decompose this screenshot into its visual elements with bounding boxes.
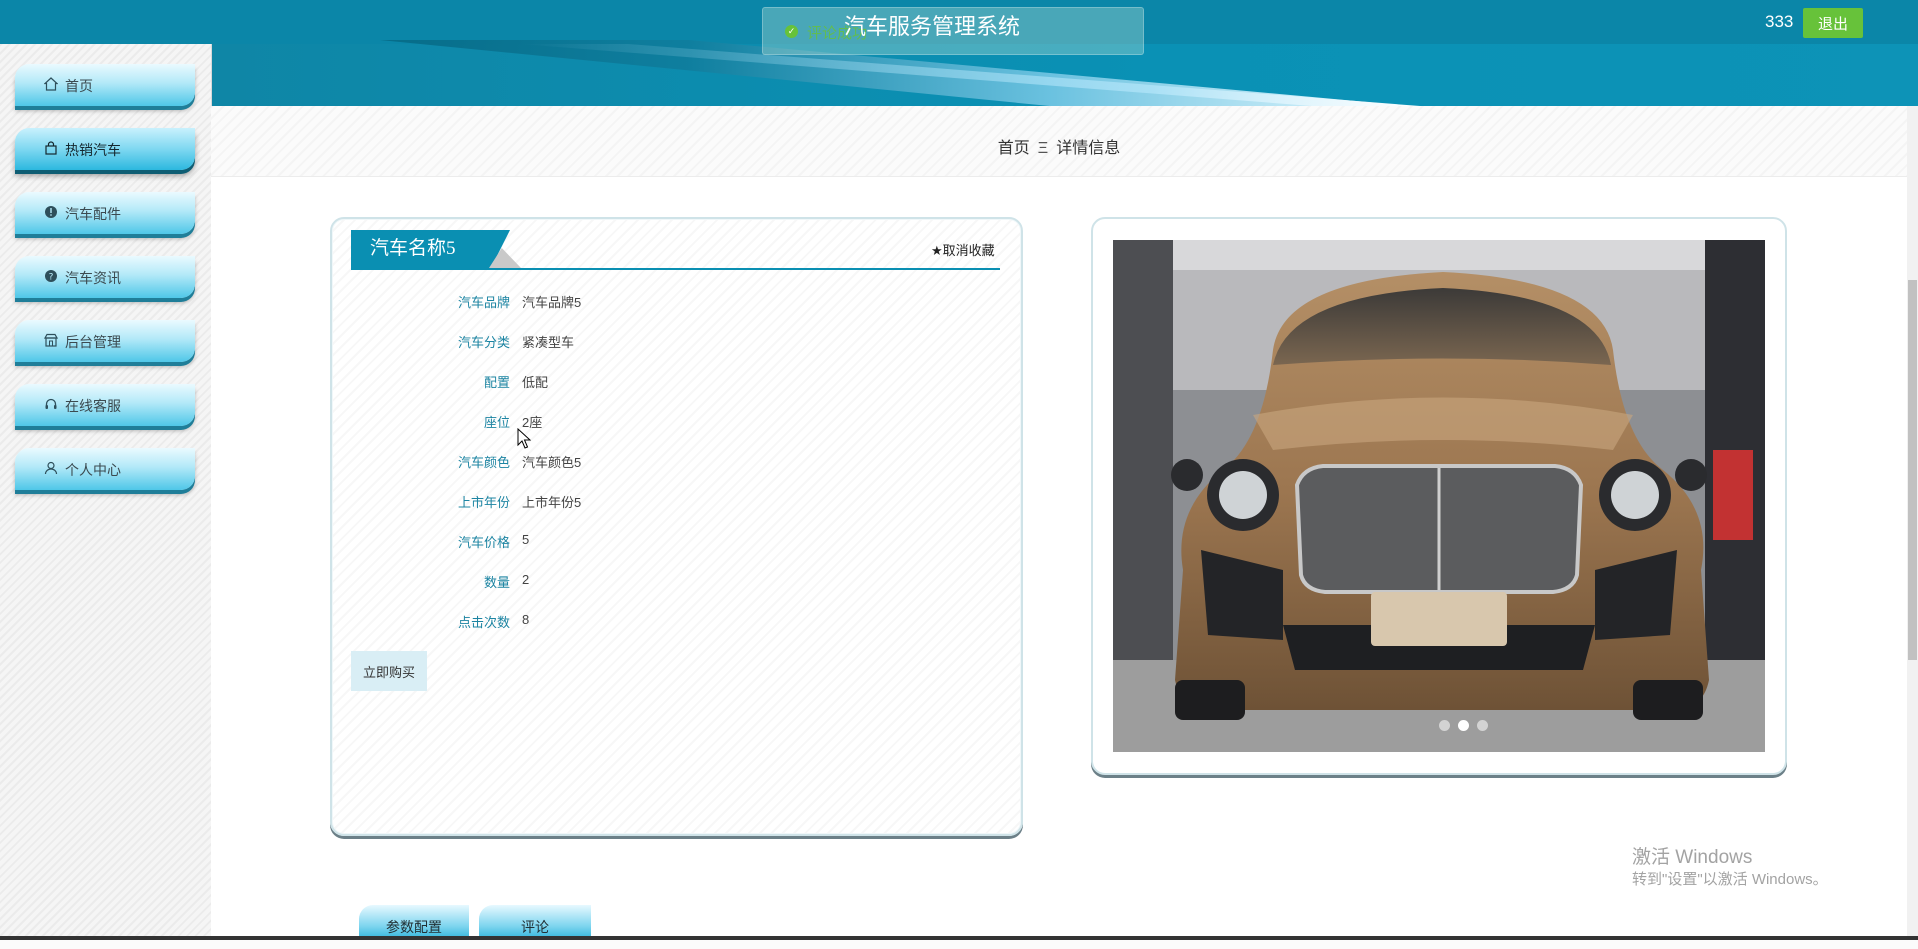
sidebar-item-profile[interactable]: 个人中心 xyxy=(15,448,195,490)
breadcrumb-bar: 首页 Ξ 详情信息 xyxy=(211,106,1907,177)
sidebar-item-label: 汽车资讯 xyxy=(65,270,121,286)
sidebar-item-label: 汽车配件 xyxy=(65,206,121,222)
question-circle-icon: ? xyxy=(44,269,58,283)
field-value-price: 5 xyxy=(522,532,530,547)
field-value-brand: 汽车品牌5 xyxy=(522,295,582,310)
svg-text:?: ? xyxy=(49,273,54,283)
field-value-launch-year: 上市年份5 xyxy=(522,495,582,510)
bag-icon xyxy=(44,141,58,155)
sidebar-item-label: 在线客服 xyxy=(65,398,121,414)
field-label-seats: 座位 xyxy=(483,415,510,430)
breadcrumb-current: 详情信息 xyxy=(1056,140,1121,157)
user-icon xyxy=(44,461,58,475)
carousel-dot-3[interactable] xyxy=(1477,720,1488,731)
carousel-dot-2[interactable] xyxy=(1458,720,1469,731)
carousel-dot-1[interactable] xyxy=(1439,720,1450,731)
car-illustration xyxy=(1113,240,1765,752)
car-image-carousel xyxy=(1091,217,1787,775)
breadcrumb: 首页 Ξ 详情信息 xyxy=(211,134,1907,158)
tab-specs[interactable]: 参数配置 xyxy=(359,905,469,940)
home-icon xyxy=(43,77,59,91)
field-value-click-count: 8 xyxy=(522,612,530,627)
car-detail-card: 汽车名称5 ★取消收藏 汽车品牌 汽车品牌5 汽车分类 紧凑型车 配置 低配 座… xyxy=(330,217,1023,836)
sidebar-item-car-news[interactable]: ? 汽车资讯 xyxy=(15,256,195,298)
headset-icon xyxy=(44,397,58,411)
sidebar-item-home[interactable]: 首页 xyxy=(15,64,195,106)
field-value-category: 紧凑型车 xyxy=(522,335,575,350)
info-circle-icon xyxy=(44,205,58,219)
tab-comments[interactable]: 评论 xyxy=(479,905,591,940)
unfavorite-button[interactable]: ★取消收藏 xyxy=(931,240,995,259)
field-value-quantity: 2 xyxy=(522,572,530,587)
car-photo[interactable] xyxy=(1113,240,1765,752)
field-label-quantity: 数量 xyxy=(483,575,510,590)
sidebar-item-label: 后台管理 xyxy=(65,334,121,350)
field-label-brand: 汽车品牌 xyxy=(457,295,510,310)
field-label-color: 汽车颜色 xyxy=(457,455,510,470)
car-title: 汽车名称5 xyxy=(351,230,510,268)
store-icon xyxy=(43,333,59,347)
sidebar-item-car-parts[interactable]: 汽车配件 xyxy=(15,192,195,234)
mouse-cursor-icon xyxy=(517,427,532,455)
field-label-launch-year: 上市年份 xyxy=(457,495,510,510)
logout-button[interactable]: 退出 xyxy=(1803,8,1863,38)
username: 333 xyxy=(1765,12,1794,31)
field-label-price: 汽车价格 xyxy=(457,535,510,550)
top-header: ✓ 评论成功 汽车服务管理系统 333 退出 xyxy=(0,0,1918,106)
sidebar-item-label: 个人中心 xyxy=(65,462,121,478)
sidebar-item-hot-cars[interactable]: 热销汽车 xyxy=(15,128,195,170)
site-title: 汽车服务管理系统 xyxy=(843,14,1020,39)
breadcrumb-home[interactable]: 首页 xyxy=(998,140,1030,157)
field-label-category: 汽车分类 xyxy=(457,335,510,350)
sidebar-item-admin[interactable]: 后台管理 xyxy=(15,320,195,362)
buy-now-button[interactable]: 立即购买 xyxy=(351,651,427,691)
sidebar: 首页 热销汽车 汽车配件 ? 汽车资讯 后台管理 在线客服 个人中心 xyxy=(0,44,212,940)
taskbar-edge xyxy=(0,936,1918,940)
field-label-click-count: 点击次数 xyxy=(457,615,510,630)
breadcrumb-separator: Ξ xyxy=(1037,140,1049,157)
windows-activation-watermark: 激活 Windows xyxy=(1632,847,1753,868)
scrollbar-thumb[interactable] xyxy=(1908,280,1917,660)
card-title-bar: 汽车名称5 ★取消收藏 xyxy=(351,230,1000,270)
sidebar-item-label: 热销汽车 xyxy=(65,142,121,158)
field-label-config: 配置 xyxy=(483,375,510,390)
sidebar-item-label: 首页 xyxy=(65,78,93,94)
carousel-indicators xyxy=(1435,718,1492,736)
field-value-config: 低配 xyxy=(522,375,549,390)
sidebar-item-online-service[interactable]: 在线客服 xyxy=(15,384,195,426)
windows-activation-hint: 转到"设置"以激活 Windows。 xyxy=(1632,871,1828,888)
